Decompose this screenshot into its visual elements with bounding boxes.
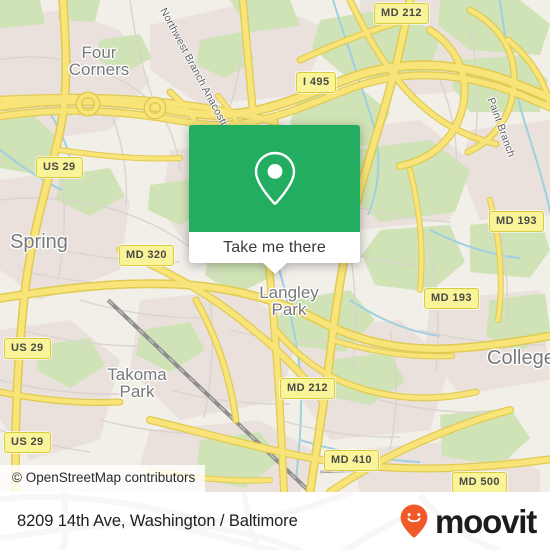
road-shield-md-410[interactable]: MD 410 <box>324 450 379 471</box>
take-me-there-card[interactable]: Take me there <box>189 125 360 274</box>
shield-text: US 29 <box>43 161 76 173</box>
road-shield-md-193-south[interactable]: MD 193 <box>424 288 479 309</box>
shield-text: MD 193 <box>431 292 472 304</box>
road-shield-md-320[interactable]: MD 320 <box>119 245 174 266</box>
shield-text: MD 410 <box>331 454 372 466</box>
road-shield-md-193-east[interactable]: MD 193 <box>489 211 544 232</box>
map-pin-icon <box>254 151 295 205</box>
road-shield-us-29-mid[interactable]: US 29 <box>4 338 51 359</box>
road-shield-md-212-south[interactable]: MD 212 <box>280 378 335 399</box>
shield-text: MD 212 <box>287 382 328 394</box>
moovit-map-screenshot: Four Corners Spring Langley Park Takoma … <box>0 0 550 550</box>
osm-attribution[interactable]: © OpenStreetMap contributors <box>0 465 206 492</box>
take-me-there-button[interactable]: Take me there <box>189 232 360 263</box>
shield-text: MD 193 <box>496 215 537 227</box>
card-pointer-tip <box>262 263 287 274</box>
moovit-smiley-pin-icon <box>400 504 428 538</box>
address-label: 8209 14th Ave, Washington / Baltimore <box>17 511 298 530</box>
map-canvas[interactable]: Four Corners Spring Langley Park Takoma … <box>0 0 550 492</box>
shield-text: I 495 <box>303 76 330 88</box>
road-shield-us-29-south[interactable]: US 29 <box>4 432 51 453</box>
shield-text: US 29 <box>11 342 44 354</box>
shield-text: MD 500 <box>459 476 500 488</box>
shield-text: MD 212 <box>381 7 422 19</box>
road-shield-i-495[interactable]: I 495 <box>296 72 337 93</box>
shield-text: US 29 <box>11 436 44 448</box>
road-shield-md-212-north[interactable]: MD 212 <box>374 3 429 24</box>
card-image-area <box>189 125 360 232</box>
take-me-there-label: Take me there <box>223 238 326 256</box>
shield-text: MD 320 <box>126 249 167 261</box>
road-shield-us-29-north[interactable]: US 29 <box>36 157 83 178</box>
moovit-wordmark: moovit <box>435 502 537 540</box>
footer-bar: 8209 14th Ave, Washington / Baltimore mo… <box>0 492 550 550</box>
moovit-logo[interactable]: moovit <box>394 501 537 541</box>
road-shield-md-500[interactable]: MD 500 <box>452 472 507 492</box>
